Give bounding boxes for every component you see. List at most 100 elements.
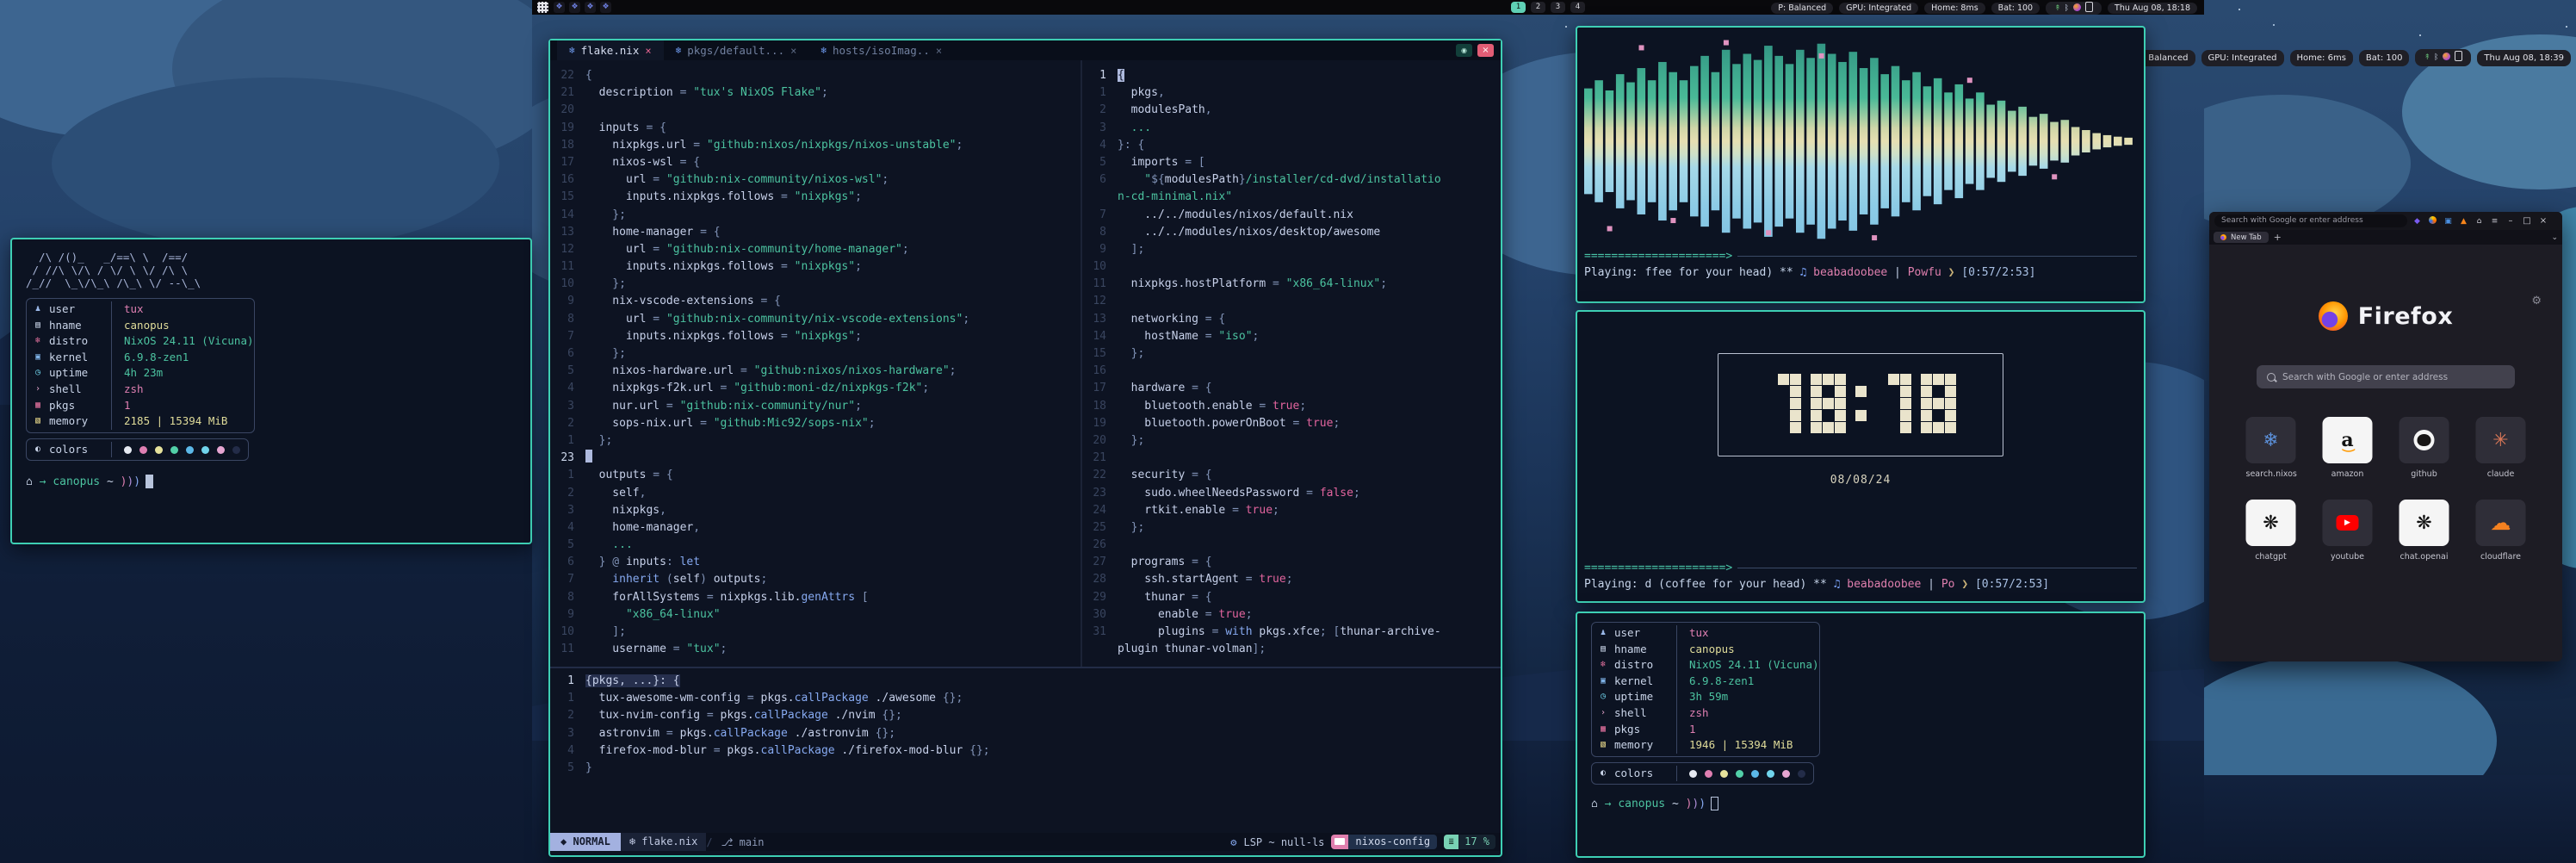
shell-prompt[interactable]: ⌂ → canopus ~ ))) [26,475,517,488]
fetch-row-hname: ▤hnamecanopus [1592,642,1819,658]
power-profile-pill[interactable]: P: Balanced [1771,3,1833,14]
shortcut-label: cloudflare [2476,552,2526,562]
terminal-window-fastfetch[interactable]: /\ /()_ _/==\ \ /==/ / //\ \/\ / \/ \ \/… [10,238,532,544]
clock-pill[interactable]: Thu Aug 08, 18:18 [2108,3,2197,14]
workspace-2[interactable]: 2 [1531,2,1545,13]
line-number: 8 [550,311,574,328]
shortcut-cloudflare[interactable]: ☁cloudflare [2476,500,2526,562]
clock-pill[interactable]: Thu Aug 08, 18:39 [2477,50,2571,66]
line-number: 20 [550,102,574,119]
shortcut-chatgpt[interactable]: ❋chatgpt [2246,500,2296,562]
code-line: 4}: { [1082,137,1501,154]
metamask-icon[interactable]: ▲ [2458,217,2469,226]
code-line: 27 programs = { [1082,554,1501,571]
code-line: 4 firefox-mod-blur = pkgs.callPackage ./… [550,742,1501,760]
color-dot [170,446,178,454]
menu-icon[interactable]: ≡ [2489,217,2500,226]
search-input[interactable]: Search with Google or enter address [2257,365,2515,388]
code-line: 8 forAllSystems = nixpkgs.lib.genAttrs [ [550,589,1081,606]
editor-pane-flake[interactable]: 22{21 description = "tux's NixOS Flake";… [550,60,1081,667]
app-icon[interactable]: ❖ [554,2,565,13]
close-window-button[interactable]: × [1477,44,1494,57]
workspace-3[interactable]: 3 [1551,2,1565,13]
text-segment: ; [950,364,957,377]
gpu-pill[interactable]: GPU: Integrated [2201,50,2284,66]
fetch-label: kernel [49,350,111,366]
line-number: 1 [550,432,574,450]
extension-icon[interactable] [2427,216,2438,227]
terminal-window-cava[interactable]: =====================> Playing: ffee for… [1576,26,2146,303]
text-segment: = { [653,469,672,481]
text-segment: { [1118,69,1124,82]
workspace-1[interactable]: 1 [1511,2,1526,13]
line-number: 20 [1082,432,1106,450]
hname-icon: ▤ [1592,642,1614,658]
shortcut-chat.openai[interactable]: ❋chat.openai [2400,500,2449,562]
app-icon[interactable]: ❖ [585,2,596,13]
editor-pane-iso[interactable]: 1{1 pkgs,2 modulesPath,3 ...4}: {5 impor… [1082,60,1501,667]
fetch-value: tux [112,301,144,318]
neovim-window[interactable]: ❄flake.nix× ❄pkgs/default...× ❄hosts/iso… [548,39,1502,857]
close-tab-icon[interactable]: × [645,45,651,57]
app-icon[interactable]: ❖ [569,2,580,13]
home-icon[interactable]: ⌂ [2474,217,2485,226]
editor-pane-pkgs[interactable]: 1{pkgs, ...}: {1 tux-awesome-wm-config =… [550,668,1501,833]
line-number: 6 [1082,171,1106,189]
new-tab-button[interactable]: + [2274,232,2282,243]
text-segment: networking [1118,313,1205,326]
palette-icon: ◐ [1592,766,1614,782]
text-segment: true [1273,400,1299,413]
music-separator: =====================> [1584,250,2137,263]
fetch-value: 4h 23m [112,365,163,382]
url-bar[interactable]: Search with Google or enter address [2214,214,2407,227]
text-segment: ../../modules/nixos/desktop/awesome [1118,226,1380,239]
line-number: 23 [1082,485,1106,502]
shortcut-github[interactable]: github [2400,417,2449,479]
code-line: 3 nur.url = "github:nix-community/nur"; [550,398,1081,415]
tab-pkgs-default[interactable]: ❄pkgs/default...× [664,40,809,60]
battery-pill[interactable]: Bat: 100 [2359,50,2410,66]
tab-new-tab[interactable]: New Tab [2214,232,2269,243]
shell-prompt[interactable]: ⌂ → canopus ~ ))) [1591,797,2130,810]
shortcut-search.nixos[interactable]: ❄search.nixos [2246,417,2296,479]
extension-icon[interactable]: ◆ [2412,217,2423,226]
tray-pill[interactable]: ↟ᛒ [2415,49,2471,66]
tab-hosts-isoimage[interactable]: ❄hosts/isoImag..× [808,40,954,60]
terminal-window-fastfetch-2[interactable]: ♟usertux▤hnamecanopus❄distroNixOS 24.11 … [1576,612,2146,858]
close-button[interactable]: × [2537,216,2549,226]
shortcut-youtube[interactable]: ▶youtube [2323,500,2373,562]
text-segment: = [680,86,694,99]
eye-button[interactable]: ◉ [1456,44,1472,57]
text-segment: = [1306,487,1320,500]
gpu-pill[interactable]: GPU: Integrated [1839,3,1918,14]
tab-flake-nix[interactable]: ❄flake.nix× [557,40,664,60]
firefox-window[interactable]: Search with Google or enter address ◆ ▣ … [2209,212,2562,661]
terminal-window-clock[interactable]: 08/08/24 =====================> Playing:… [1576,310,2146,603]
battery-pill[interactable]: Bat: 100 [1991,3,2040,14]
code-line: 21 [1082,450,1501,467]
command-line[interactable] [550,851,1501,863]
workspace-4[interactable]: 4 [1570,2,1585,13]
extension-icon[interactable]: ▣ [2443,217,2454,226]
tray-pill[interactable]: ↟ᛒ [2046,2,2102,15]
text-segment: nur.url [585,400,666,413]
list-tabs-icon[interactable]: ⌄ [2551,233,2558,242]
shortcut-claude[interactable]: ✳claude [2476,417,2526,479]
text-segment: pkgs [1118,86,1158,99]
bluetooth-icon: ᛒ [2434,50,2438,66]
firefox-favicon [2220,234,2226,240]
close-tab-icon[interactable]: × [936,45,942,57]
text-segment: Playing: [1584,578,1644,591]
app-icon[interactable]: ❖ [600,2,611,13]
ping-pill[interactable]: Home: 8ms [1924,3,1985,14]
app-launcher-icon[interactable] [537,2,548,13]
close-tab-icon[interactable]: × [790,45,796,57]
shortcut-amazon[interactable]: aamazon [2323,417,2373,479]
maximize-button[interactable]: □ [2521,216,2533,226]
ping-pill[interactable]: Home: 6ms [2290,50,2353,66]
text-segment: , [640,487,647,500]
minimize-button[interactable]: – [2505,216,2517,226]
lsp-status: LSP ~ null-ls [1243,836,1324,848]
code-line: 17 nixos-wsl = { [550,154,1081,171]
line-number: 9 [550,606,574,624]
